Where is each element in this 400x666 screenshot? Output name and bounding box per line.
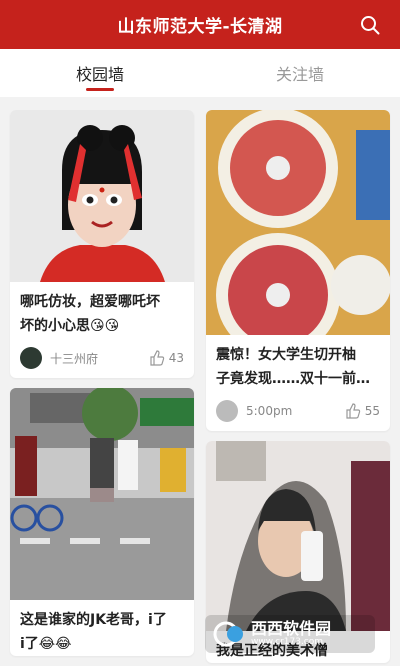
page-title: 山东师范大学-长清湖 — [117, 17, 283, 37]
like-button[interactable]: 43 — [149, 350, 184, 366]
logo-icon — [213, 621, 243, 647]
post-image — [10, 388, 194, 600]
watermark-text-block: 西西软件园 www.cr173.com — [251, 618, 332, 648]
like-button[interactable]: 55 — [345, 403, 380, 419]
post-image — [206, 441, 390, 631]
tab-campus-wall[interactable]: 校园墙 — [0, 49, 200, 97]
tab-label: 关注墙 — [275, 65, 324, 84]
feed[interactable]: 哪吒仿妆，超爱哪吒坏 坏的小心思😘😘 十三州府 43 这是谁家的JK老哥，i了 … — [0, 97, 400, 666]
post-meta: 5:00pm 55 — [206, 391, 390, 431]
author-name[interactable]: 十三州府 — [50, 350, 149, 367]
watermark-text: 西西软件园 — [251, 618, 332, 638]
post-caption: 震惊！女大学生切开柚 子竟发现……双十一前… — [216, 347, 370, 387]
tab-bar: 校园墙 关注墙 — [0, 49, 400, 97]
tab-label: 校园墙 — [75, 65, 124, 84]
watermark: 西西软件园 www.cr173.com — [205, 615, 375, 653]
like-count: 43 — [168, 351, 184, 365]
post-image — [206, 110, 390, 335]
search-icon[interactable] — [360, 15, 380, 35]
post-image — [10, 110, 194, 282]
tab-follow-wall[interactable]: 关注墙 — [200, 49, 400, 97]
post-meta: 十三州府 43 — [10, 338, 194, 378]
post-card[interactable]: 这是谁家的JK老哥，i了 i了😂😂 — [10, 388, 194, 656]
thumbs-up-icon — [150, 350, 164, 366]
thumbs-up-icon — [346, 403, 360, 419]
author-name[interactable]: 5:00pm — [246, 404, 345, 418]
avatar[interactable] — [20, 347, 42, 369]
post-caption: 哪吒仿妆，超爱哪吒坏 坏的小心思😘😘 — [20, 294, 160, 334]
watermark-url: www.cr173.com — [251, 636, 324, 647]
post-card[interactable]: 震惊！女大学生切开柚 子竟发现……双十一前… 5:00pm 55 — [206, 110, 390, 431]
avatar[interactable] — [216, 400, 238, 422]
feed-column-left: 哪吒仿妆，超爱哪吒坏 坏的小心思😘😘 十三州府 43 这是谁家的JK老哥，i了 … — [10, 110, 194, 666]
post-card[interactable]: 哪吒仿妆，超爱哪吒坏 坏的小心思😘😘 十三州府 43 — [10, 110, 194, 378]
like-count: 55 — [364, 404, 380, 418]
app-header: 山东师范大学-长清湖 — [0, 0, 400, 49]
feed-column-right: 震惊！女大学生切开柚 子竟发现……双十一前… 5:00pm 55 我是正经的美术… — [206, 110, 390, 666]
post-caption: 这是谁家的JK老哥，i了 i了😂😂 — [20, 612, 167, 652]
